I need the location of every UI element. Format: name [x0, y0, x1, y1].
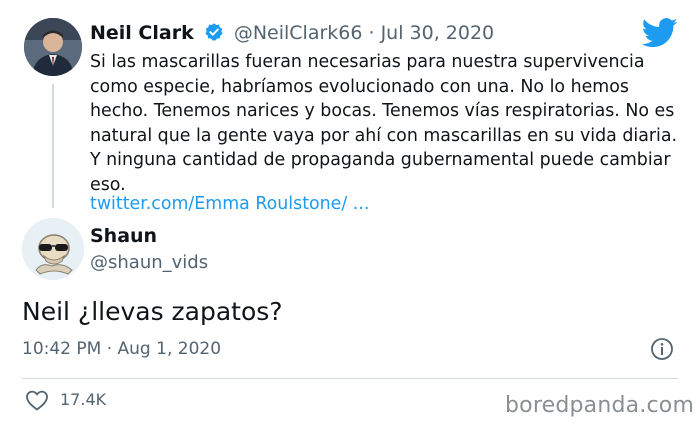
reply-tweet-text: Neil ¿llevas zapatos? [22, 297, 283, 326]
quoted-tweet-text: Si las mascarillas fueran necesarias par… [90, 52, 678, 195]
reply-timestamp[interactable]: 10:42 PM · Aug 1, 2020 [22, 337, 221, 361]
like-count[interactable]: 17.4K [60, 388, 106, 412]
watermark: boredpanda.com [505, 393, 695, 418]
quoted-tweet-link[interactable]: twitter.com/Emma Roulstone/ ... [90, 192, 369, 217]
quoted-author-name[interactable]: Neil Clark [90, 22, 194, 44]
thread-connector-line [52, 84, 54, 208]
shaun-avatar[interactable] [22, 218, 84, 280]
info-icon[interactable] [650, 337, 674, 361]
neil-clark-avatar[interactable] [24, 18, 82, 76]
verified-badge-icon [204, 22, 224, 42]
quoted-tweet-header: Neil Clark @NeilClark66 · Jul 30, 2020 [90, 20, 494, 46]
reply-author-handle[interactable]: @shaun_vids [90, 251, 208, 275]
divider [22, 378, 678, 379]
quoted-author-handle-date[interactable]: @NeilClark66 · Jul 30, 2020 [234, 22, 494, 44]
twitter-bird-icon[interactable] [641, 18, 678, 48]
reply-author-name[interactable]: Shaun [90, 224, 157, 248]
heart-icon[interactable] [25, 389, 49, 411]
